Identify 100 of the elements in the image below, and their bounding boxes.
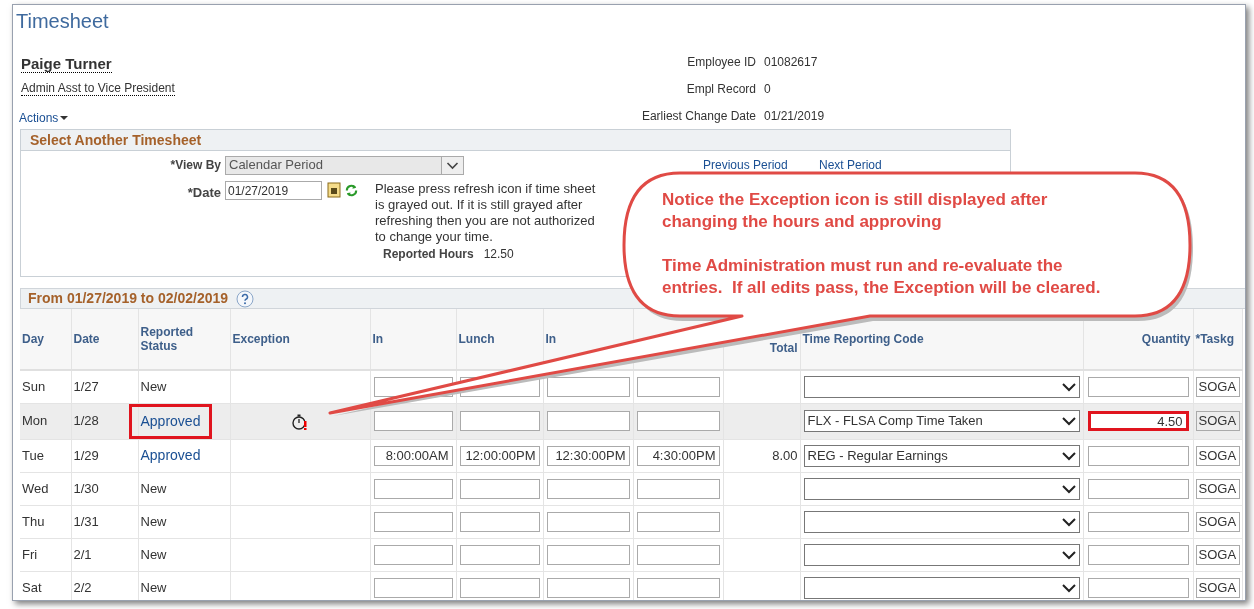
quantity-field[interactable]: 4.50 [1087, 411, 1189, 431]
chevron-icon [441, 156, 463, 174]
time-field[interactable] [546, 544, 630, 565]
taskgroup-field[interactable]: SOGA [1195, 511, 1240, 532]
table-row[interactable]: Wed 1/30 New SOGA [20, 472, 1242, 505]
field-value: 12.50 [483, 246, 514, 263]
table-row[interactable]: Sat 2/2 New SOGA [20, 571, 1242, 600]
column-header[interactable]: Exception [232, 332, 290, 346]
time-field[interactable] [459, 577, 540, 598]
chevron-icon [1061, 582, 1076, 593]
table-row[interactable]: Fri 2/1 New SOGA [20, 538, 1242, 571]
code-dropdown[interactable] [803, 375, 1080, 398]
time-field[interactable] [546, 478, 630, 499]
quantity-field[interactable] [1087, 478, 1189, 499]
time-field[interactable]: 8:00:00AM [373, 445, 453, 466]
time-field[interactable] [459, 478, 540, 499]
table-row[interactable]: Tue 1/29 Approved 8:00:00AM 12:00:00PM 12:30:00PM 4:30:00PM 8.00 REG - Regular Earnings SOGA [20, 439, 1242, 472]
status-link[interactable]: Approved [140, 445, 201, 466]
calendar-icon[interactable] [327, 182, 341, 198]
view-by-dropdown[interactable]: Calendar Period [225, 155, 464, 175]
taskgroup-field[interactable]: SOGA [1195, 411, 1240, 431]
date-field[interactable]: 01/27/2019 [225, 181, 322, 200]
time-field[interactable] [459, 411, 540, 431]
table-cell: Sun [22, 379, 46, 394]
time-field[interactable] [636, 411, 720, 431]
code-dropdown[interactable]: REG - Regular Earnings [803, 444, 1080, 467]
time-field[interactable] [459, 544, 540, 565]
column-header[interactable]: Quantity [1141, 332, 1191, 346]
column-header[interactable]: Date [73, 332, 100, 346]
time-field[interactable] [373, 544, 453, 565]
code-dropdown[interactable] [803, 576, 1080, 599]
status-text: New [140, 578, 167, 597]
taskgroup-field[interactable]: SOGA [1195, 376, 1240, 397]
code-dropdown[interactable] [803, 543, 1080, 566]
time-field[interactable] [546, 511, 630, 532]
time-field[interactable] [636, 577, 720, 598]
status-text: New [140, 479, 167, 498]
field-label: Empl Record [685, 81, 756, 97]
time-field[interactable] [636, 511, 720, 532]
next-period-link[interactable]: Next Period [819, 156, 882, 174]
chevron-icon [1061, 549, 1076, 560]
caret-icon [60, 116, 69, 120]
column-header[interactable]: Day [22, 332, 44, 346]
table-row[interactable]: Thu 1/31 New SOGA [20, 505, 1242, 538]
table-cell: 1/29 [73, 447, 99, 463]
column-header[interactable]: Total [769, 341, 798, 355]
field-label: Employee ID [686, 54, 756, 70]
quantity-field[interactable] [1087, 445, 1189, 466]
quantity-field[interactable] [1087, 511, 1189, 532]
field-label: Earliest Change Date [640, 108, 756, 124]
actions-menu[interactable]: Actions [19, 109, 69, 127]
chevron-icon [1061, 483, 1076, 494]
time-field[interactable]: 12:00:00PM [459, 445, 540, 466]
time-field[interactable] [636, 376, 720, 397]
quantity-field[interactable] [1087, 376, 1189, 397]
table-cell: 2/2 [73, 579, 92, 595]
taskgroup-field[interactable]: SOGA [1195, 544, 1240, 565]
time-field[interactable] [373, 478, 453, 499]
chevron-icon [1061, 516, 1076, 527]
time-field[interactable] [373, 411, 453, 431]
code-dropdown[interactable]: FLX - FLSA Comp Time Taken [803, 410, 1080, 432]
callout-text: Time Administration must run and re-evaluate the entries. If all edits pass, the Exception will be cleared. [662, 255, 1102, 299]
quantity-field[interactable] [1087, 577, 1189, 598]
column-header[interactable]: Reported Status [140, 325, 201, 353]
taskgroup-field[interactable]: SOGA [1195, 478, 1240, 499]
time-field[interactable] [636, 544, 720, 565]
status-text: New [140, 512, 167, 531]
column-header[interactable]: Lunch [458, 332, 495, 346]
column-header[interactable]: In [372, 332, 384, 346]
time-field[interactable]: 12:30:00PM [546, 445, 630, 466]
code-dropdown[interactable] [803, 510, 1080, 533]
code-dropdown[interactable] [803, 477, 1080, 500]
time-field[interactable] [373, 577, 453, 598]
previous-period-link[interactable]: Previous Period [703, 156, 788, 174]
help-icon[interactable] [236, 289, 255, 308]
column-header[interactable]: *Taskg [1195, 332, 1234, 346]
table-cell: Fri [22, 546, 38, 562]
time-field[interactable] [636, 478, 720, 499]
quantity-field[interactable] [1087, 544, 1189, 565]
time-field[interactable] [459, 511, 540, 532]
time-field[interactable] [546, 577, 630, 598]
grid-title: From 01/27/2019 to 02/02/2019 [28, 289, 229, 308]
column-header[interactable]: In [545, 332, 557, 346]
column-header[interactable]: Time Reporting Code [802, 332, 924, 346]
time-field[interactable]: 4:30:00PM [636, 445, 720, 466]
table-row[interactable]: Mon 1/28 Approved FLX - FLSA Comp Time Taken 4.50 SOGA [20, 403, 1242, 439]
time-field[interactable] [546, 411, 630, 431]
time-field[interactable] [373, 511, 453, 532]
callout-text: Notice the Exception icon is still displayed after changing the hours and approving [662, 189, 1049, 233]
stopwatch-warning-icon[interactable] [291, 412, 309, 431]
refresh-icon[interactable] [344, 183, 359, 198]
field-label: *Date [186, 184, 222, 202]
chevron-icon [1061, 381, 1076, 392]
taskgroup-field[interactable]: SOGA [1195, 445, 1240, 466]
time-field[interactable] [546, 376, 630, 397]
table-cell: 8.00 [772, 447, 798, 463]
status-link[interactable]: Approved [128, 403, 213, 439]
field-value: 01082617 [764, 54, 819, 70]
table-cell: Mon [22, 413, 48, 429]
taskgroup-field[interactable]: SOGA [1195, 577, 1240, 598]
